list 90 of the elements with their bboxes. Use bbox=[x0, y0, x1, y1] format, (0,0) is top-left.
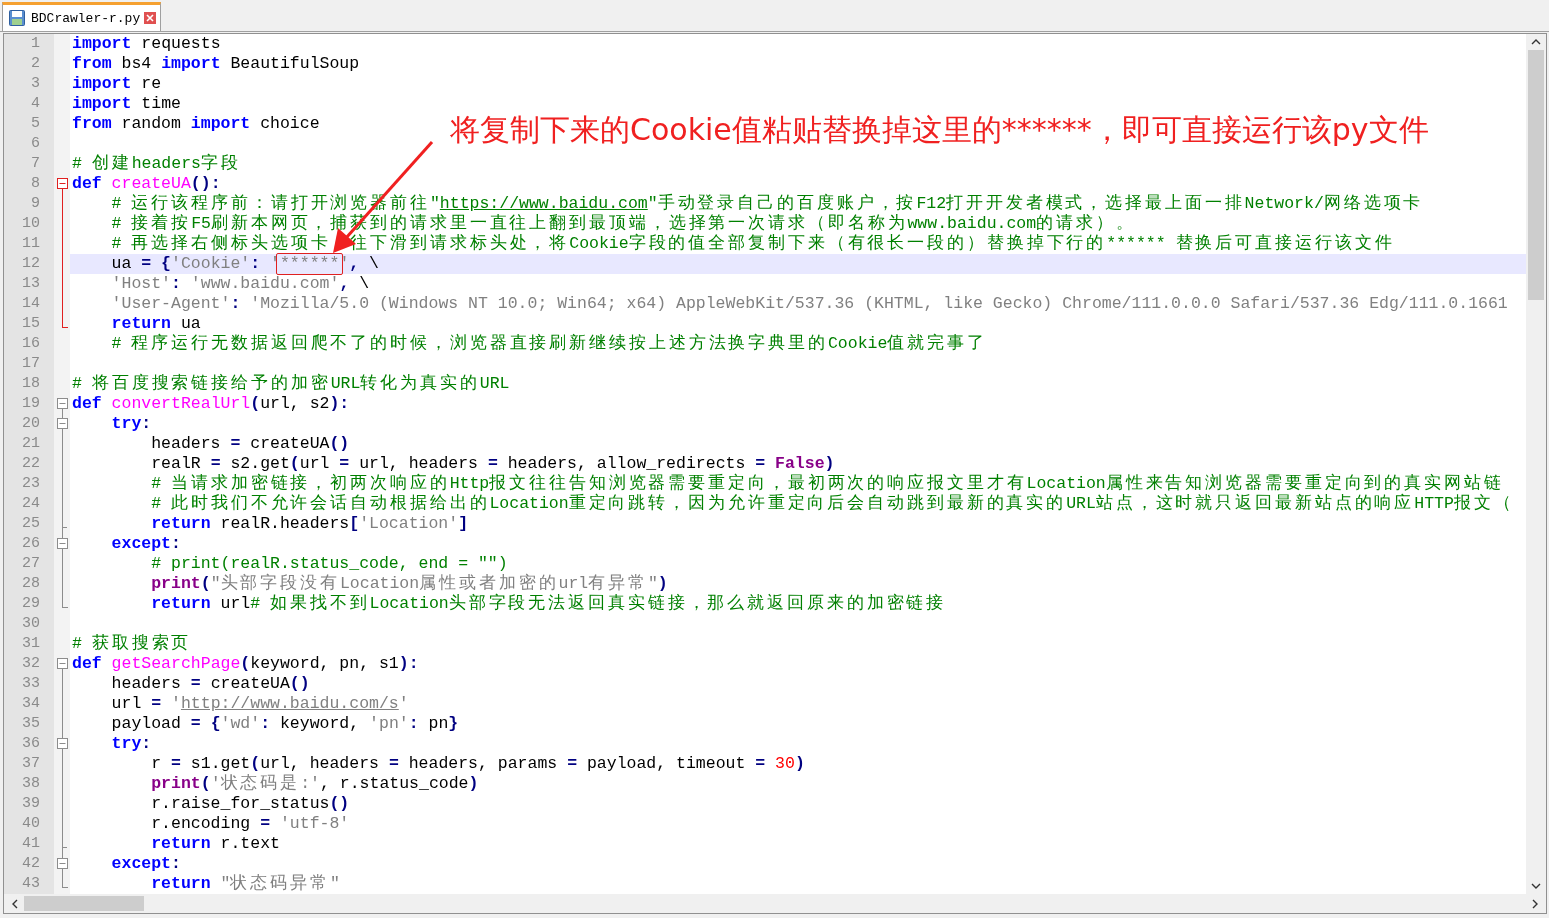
line-number: 30 bbox=[22, 615, 40, 632]
scrollbar-thumb[interactable] bbox=[24, 896, 144, 911]
code-line: realR = s2.get(url = url, headers = headers, allow_redirects = False) bbox=[150, 454, 835, 473]
link[interactable]: https://www.baidu.com bbox=[439, 194, 648, 213]
fold-toggle-icon[interactable] bbox=[56, 534, 68, 554]
line-number: 25 bbox=[22, 515, 40, 532]
line-number: 5 bbox=[31, 115, 40, 132]
code-line: except: bbox=[110, 854, 181, 874]
line-number: 36 bbox=[22, 735, 40, 752]
line-number: 7 bbox=[31, 155, 40, 172]
code-line: import requests bbox=[72, 34, 221, 54]
fold-toggle-icon[interactable] bbox=[56, 854, 68, 874]
fold-toggle-icon[interactable] bbox=[56, 734, 68, 754]
code-line: r.raise_for_status() bbox=[150, 794, 350, 814]
line-number: 17 bbox=[22, 355, 40, 372]
line-number: 42 bbox=[22, 855, 40, 872]
line-number: 3 bbox=[31, 75, 40, 92]
line-number: 4 bbox=[31, 95, 40, 112]
code-line: def createUA(): bbox=[72, 174, 221, 193]
code-line: return "状态码异常" bbox=[150, 874, 340, 894]
line-number: 13 bbox=[22, 275, 40, 292]
line-number: 2 bbox=[31, 55, 40, 72]
line-number: 12 bbox=[22, 255, 40, 272]
line-number: 21 bbox=[22, 435, 40, 452]
line-number: 8 bbox=[31, 175, 40, 192]
code-line: headers = createUA() bbox=[110, 674, 310, 694]
horizontal-scrollbar[interactable] bbox=[4, 894, 1546, 913]
scroll-up-icon[interactable] bbox=[1531, 39, 1541, 45]
line-number: 10 bbox=[22, 215, 40, 232]
line-number: 28 bbox=[22, 575, 40, 592]
scroll-left-icon[interactable] bbox=[12, 898, 18, 909]
code-line: try: bbox=[110, 414, 152, 434]
code-line: return realR.headers['Location'] bbox=[150, 514, 469, 534]
code-line: 'User-Agent': 'Mozilla/5.0 (Windows NT 10.0; Win64; x64) AppleWebKit/537.36 (KHTML, like Gecko) Chrome/111.0.0.0 Safari/537.36 Edg/111.0.1661 bbox=[110, 294, 1508, 314]
line-number: 16 bbox=[22, 335, 40, 352]
line-number: 15 bbox=[22, 315, 40, 332]
code-line: return r.text bbox=[150, 834, 280, 854]
code-line: 'Host': 'www.baidu.com', \ bbox=[110, 274, 370, 294]
code-line: payload = {'wd': keyword, 'pn': pn} bbox=[110, 714, 459, 734]
line-number: 9 bbox=[31, 195, 40, 212]
code-line: import time bbox=[72, 94, 181, 114]
line-number: 19 bbox=[22, 395, 40, 412]
code-line: url = 'http://www.baidu.com/s' bbox=[110, 694, 409, 714]
line-number: 41 bbox=[22, 835, 40, 852]
line-number: 34 bbox=[22, 695, 40, 712]
line-number: 33 bbox=[22, 675, 40, 692]
line-number: 32 bbox=[22, 655, 40, 672]
code-line: def getSearchPage(keyword, pn, s1): bbox=[72, 654, 419, 674]
code-line: from bs4 import BeautifulSoup bbox=[72, 54, 360, 74]
line-number: 26 bbox=[22, 535, 40, 552]
scroll-right-icon[interactable] bbox=[1532, 898, 1538, 909]
line-number: 37 bbox=[22, 755, 40, 772]
line-number: 43 bbox=[22, 875, 40, 892]
line-number: 11 bbox=[22, 235, 40, 252]
line-number: 1 bbox=[31, 35, 40, 52]
line-number: 31 bbox=[22, 635, 40, 652]
line-number: 40 bbox=[22, 815, 40, 832]
line-number: 38 bbox=[22, 775, 40, 792]
vertical-scrollbar[interactable] bbox=[1526, 34, 1546, 894]
code-line: import re bbox=[72, 74, 162, 94]
code-line: except: bbox=[110, 534, 181, 554]
annotation-text: 将复制下来的Cookie值粘贴替换掉这里的******，即可直接运行该py文件 bbox=[450, 111, 1429, 149]
file-tab[interactable]: BDCrawler-r.py bbox=[2, 2, 162, 31]
line-number: 27 bbox=[22, 555, 40, 572]
scrollbar-thumb[interactable] bbox=[1528, 50, 1544, 300]
code-line: ua = {'Cookie': '******', \ bbox=[110, 254, 379, 274]
line-number: 24 bbox=[22, 495, 40, 512]
line-number: 29 bbox=[22, 595, 40, 612]
line-number: 20 bbox=[22, 415, 40, 432]
line-number: 22 bbox=[22, 455, 40, 472]
code-line: def convertRealUrl(url, s2): bbox=[72, 394, 350, 414]
code-line: try: bbox=[110, 734, 152, 754]
code-line: r = s1.get(url, headers = headers, params = payload, timeout = 30) bbox=[150, 754, 805, 774]
line-number: 23 bbox=[22, 475, 40, 492]
code-line: # print(realR.status_code, end = "") bbox=[150, 554, 508, 573]
line-number: 39 bbox=[22, 795, 40, 812]
line-number: 35 bbox=[22, 715, 40, 732]
code-line: return ua bbox=[110, 314, 201, 333]
link[interactable]: http://www.baidu.com/s bbox=[180, 694, 399, 713]
line-number: 14 bbox=[22, 295, 40, 312]
code-line: r.encoding = 'utf-8' bbox=[150, 814, 350, 834]
scroll-down-icon[interactable] bbox=[1531, 883, 1541, 889]
code-line: print('状态码是:', r.status_code) bbox=[150, 774, 479, 794]
code-line: # 获取搜索页 bbox=[72, 634, 192, 654]
line-number: 18 bbox=[22, 375, 40, 392]
close-icon[interactable] bbox=[144, 12, 157, 24]
fold-toggle-icon[interactable] bbox=[56, 414, 68, 434]
code-line: headers = createUA() bbox=[150, 434, 350, 454]
line-number: 6 bbox=[31, 135, 40, 152]
code-line: from random import choice bbox=[72, 114, 320, 134]
